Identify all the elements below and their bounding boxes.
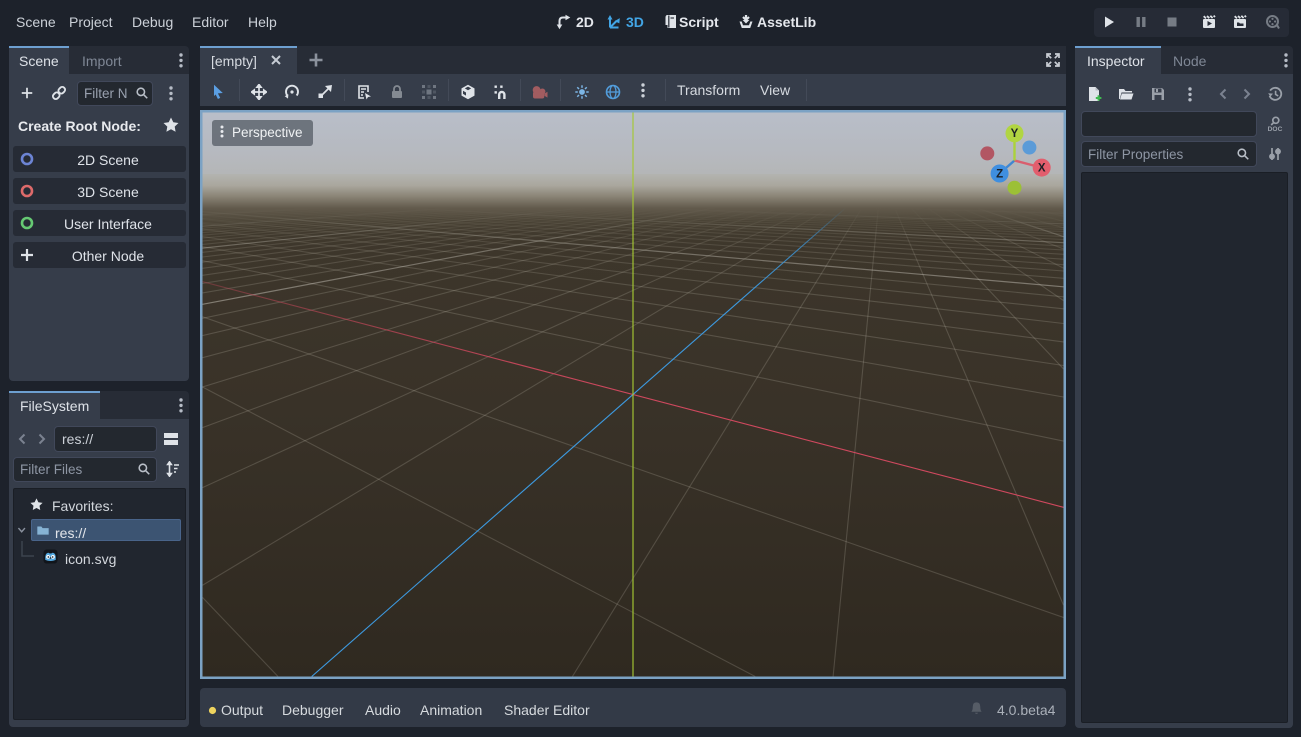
svg-text:Y: Y — [1011, 128, 1019, 140]
svg-text:DOC: DOC — [1268, 126, 1283, 132]
svg-text:Z: Z — [996, 168, 1003, 180]
svg-text:X: X — [1038, 163, 1046, 175]
